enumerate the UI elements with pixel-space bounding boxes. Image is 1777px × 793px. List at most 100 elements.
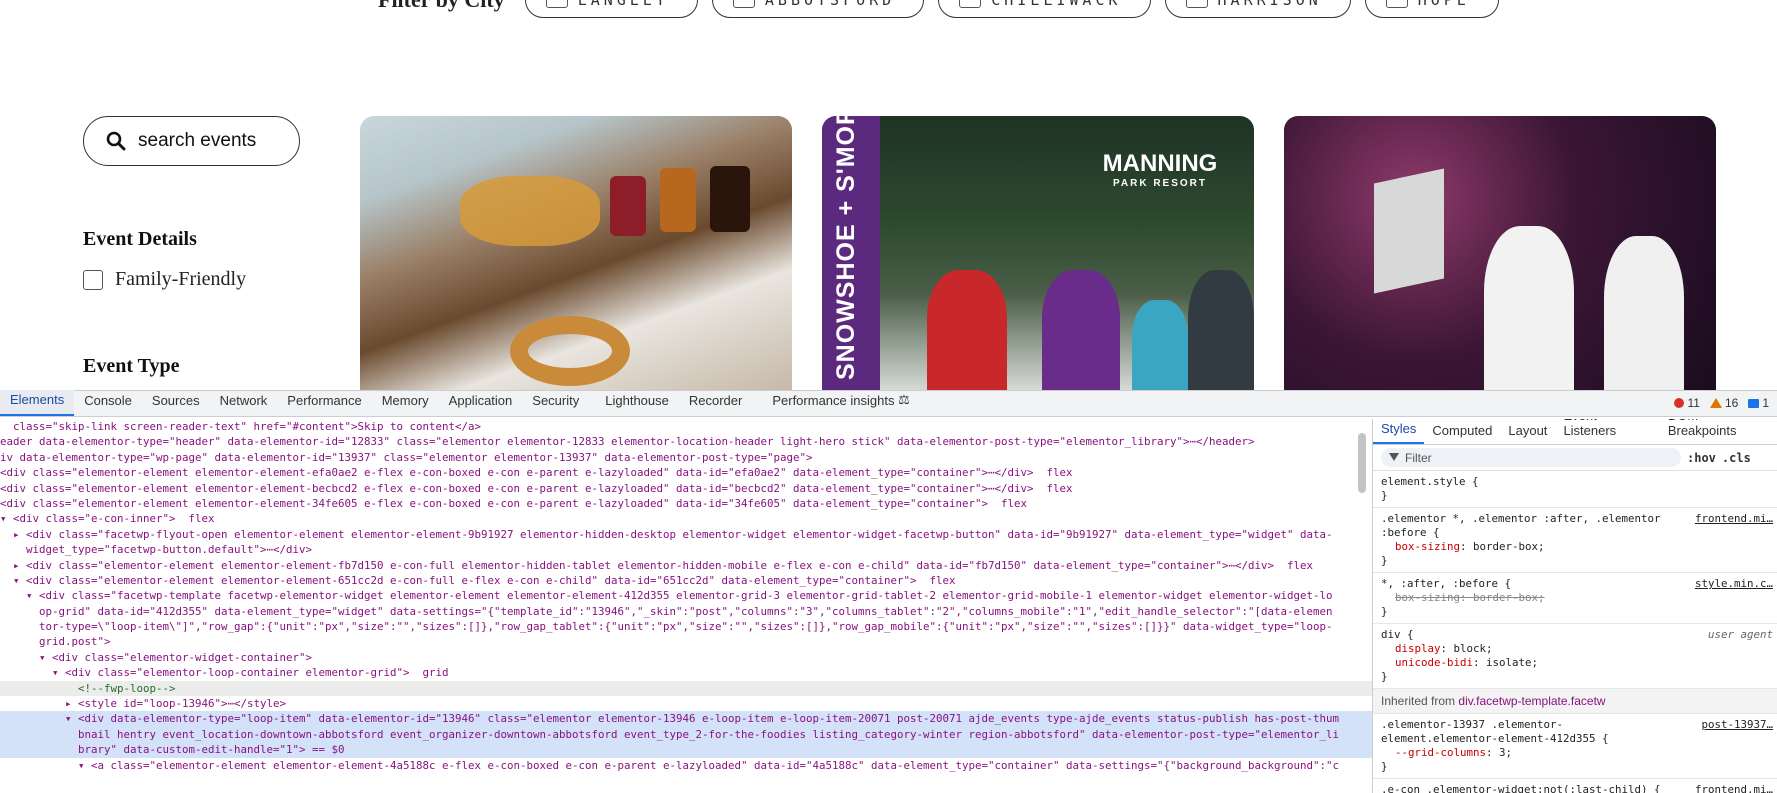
- devtools-panel: Elements Console Sources Network Perform…: [0, 390, 1777, 793]
- hov-toggle[interactable]: :hov: [1687, 451, 1716, 465]
- tab-console[interactable]: Console: [74, 390, 142, 416]
- dom-node-selected[interactable]: brary" data-custom-edit-handle="1"> == $…: [0, 742, 1372, 758]
- food-image-beer: [660, 168, 696, 232]
- dom-node[interactable]: tor-type=\"loop-item\"]","row_gap":{"uni…: [0, 619, 1372, 634]
- food-image-onion-rings: [510, 316, 630, 386]
- tab-memory[interactable]: Memory: [372, 390, 439, 416]
- dom-tree[interactable]: class="skip-link screen-reader-text" hre…: [0, 419, 1372, 793]
- dom-node[interactable]: ▸ <div class="facetwp-flyout-open elemen…: [0, 527, 1372, 542]
- food-image-beer: [710, 166, 750, 232]
- city-icon: [1385, 0, 1408, 8]
- css-property-overridden[interactable]: box-sizing: border-box;: [1381, 591, 1769, 605]
- rule-source-link[interactable]: frontend.mi…: [1695, 512, 1773, 526]
- style-rule[interactable]: post-13937… .elementor-13937 .elementor-…: [1373, 714, 1777, 779]
- event-card-foodies[interactable]: [360, 116, 792, 390]
- city-pill-abbotsford[interactable]: ABBOTSFORD: [711, 0, 925, 18]
- issues-counter[interactable]: 11 16 1: [1674, 396, 1769, 410]
- city-icon: [959, 0, 982, 8]
- city-pill-hope[interactable]: HOPE: [1364, 0, 1499, 18]
- tab-sources[interactable]: Sources: [142, 390, 210, 416]
- tab-application[interactable]: Application: [439, 390, 523, 416]
- hockey-player-image: [1604, 236, 1684, 390]
- dom-node[interactable]: <div class="elementor-element elementor-…: [0, 496, 1372, 511]
- css-property[interactable]: box-sizing: border-box;: [1381, 540, 1769, 554]
- style-rule[interactable]: frontend.mi… .elementor *, .elementor :a…: [1373, 508, 1777, 573]
- dom-node[interactable]: class="skip-link screen-reader-text" hre…: [0, 419, 1372, 434]
- dom-scrollbar[interactable]: [1358, 433, 1366, 493]
- event-type-heading: Event Type: [83, 355, 180, 377]
- css-property[interactable]: unicode-bidi: isolate;: [1381, 656, 1769, 670]
- dom-node[interactable]: ▾ <a class="elementor-element elementor-…: [0, 758, 1372, 773]
- dom-node[interactable]: ▾ <div class="elementor-element elemento…: [0, 573, 1372, 588]
- error-count[interactable]: 11: [1674, 396, 1700, 410]
- cls-toggle[interactable]: .cls: [1722, 451, 1751, 465]
- dom-node[interactable]: ▾ <div class="facetwp-template facetwp-e…: [0, 588, 1372, 603]
- styles-filter-input[interactable]: Filter: [1381, 448, 1681, 467]
- rule-source-link[interactable]: post-13937…: [1701, 718, 1773, 732]
- dom-node-selected[interactable]: bnail hentry event_location-downtown-abb…: [0, 726, 1372, 743]
- search-placeholder: search events: [138, 130, 257, 151]
- style-rule[interactable]: element.style { }: [1373, 471, 1777, 508]
- website-viewport: Filter by City LANGLEY ABBOTSFORD CHILLI…: [0, 0, 1777, 390]
- rule-close: }: [1381, 670, 1388, 683]
- flask-icon: ⚖: [898, 392, 910, 407]
- search-events-input[interactable]: search events: [83, 116, 300, 166]
- dom-node[interactable]: ▾ <div class="elementor-loop-container e…: [0, 665, 1372, 680]
- dom-node[interactable]: <div class="elementor-element elementor-…: [0, 481, 1372, 496]
- rule-selector: .elementor *, .elementor :after, .elemen…: [1381, 512, 1661, 539]
- dom-node[interactable]: ▾ <div class="e-con-inner"> flex: [0, 511, 1372, 526]
- tab-performance-insights[interactable]: Performance insights ⚖: [762, 390, 919, 416]
- warning-count[interactable]: 16: [1709, 396, 1738, 410]
- warning-icon: [1709, 398, 1722, 408]
- flag-image: [1374, 168, 1444, 294]
- tab-recorder[interactable]: Recorder: [679, 390, 752, 416]
- family-friendly-option[interactable]: Family-Friendly: [83, 268, 246, 291]
- tab-elements[interactable]: Elements: [0, 390, 75, 416]
- rule-source-label: user agent: [1707, 628, 1773, 641]
- rule-close: }: [1381, 760, 1388, 773]
- city-pill-langley[interactable]: LANGLEY: [524, 0, 698, 18]
- style-rule[interactable]: frontend.mi… .e-con .elementor-widget:no…: [1373, 779, 1777, 793]
- dom-node[interactable]: widget_type="facetwp-button.default">⋯</…: [0, 542, 1372, 557]
- style-rule[interactable]: style.min.c… *, :after, :before { box-si…: [1373, 573, 1777, 624]
- rule-source-link[interactable]: style.min.c…: [1695, 577, 1773, 591]
- dom-node[interactable]: ▸ <div class="elementor-element elemento…: [0, 558, 1372, 573]
- style-rule[interactable]: user agent div { display: block; unicode…: [1373, 624, 1777, 689]
- tab-event-listeners[interactable]: Event Listeners: [1555, 419, 1659, 444]
- css-property[interactable]: --grid-columns: 3;: [1381, 746, 1769, 760]
- dom-node[interactable]: ▸ <style id="loop-13946">⋯</style>: [0, 696, 1372, 711]
- dom-node[interactable]: iv data-elementor-type="wp-page" data-el…: [0, 450, 1372, 465]
- tab-security[interactable]: Security: [522, 390, 589, 416]
- family-friendly-label: Family-Friendly: [115, 268, 247, 290]
- filter-by-city-label: Filter by City: [378, 0, 505, 13]
- inherited-from-link[interactable]: div.facetwp-template.facetw: [1458, 694, 1605, 708]
- city-icon: [732, 0, 755, 8]
- filter-icon: [1389, 453, 1399, 462]
- dom-node[interactable]: op-grid" data-id="412d355" data-element_…: [0, 604, 1372, 619]
- tab-network[interactable]: Network: [210, 390, 278, 416]
- dom-node-selected[interactable]: ▾ <div data-elementor-type="loop-item" d…: [0, 711, 1372, 727]
- dom-node[interactable]: eader data-elementor-type="header" data-…: [0, 434, 1372, 449]
- dom-node[interactable]: ▾ <div class="elementor-widget-container…: [0, 650, 1372, 665]
- city-filter-row: Filter by City LANGLEY ABBOTSFORD CHILLI…: [378, 0, 1499, 18]
- tab-computed[interactable]: Computed: [1424, 423, 1500, 444]
- dom-node[interactable]: grid.post">: [0, 634, 1372, 649]
- rule-close: }: [1381, 605, 1388, 618]
- rule-close: }: [1381, 554, 1388, 567]
- event-card-hockey[interactable]: [1284, 116, 1716, 390]
- css-property[interactable]: display: block;: [1381, 642, 1769, 656]
- city-pill-harrison[interactable]: HARRISON: [1164, 0, 1351, 18]
- food-image-beer: [610, 176, 646, 236]
- family-friendly-checkbox[interactable]: [83, 269, 103, 290]
- tab-dom-breakpoints[interactable]: DOM Breakpoints: [1660, 419, 1777, 444]
- info-count[interactable]: 1: [1748, 396, 1769, 410]
- tab-styles[interactable]: Styles: [1373, 421, 1425, 444]
- styles-filter-row: Filter :hov .cls: [1373, 445, 1777, 471]
- event-card-snowshoe[interactable]: SNOWSHOE + S'MORES MANNING PARK RESORT: [822, 116, 1254, 390]
- dom-comment-node[interactable]: <!--fwp-loop-->: [0, 680, 1372, 697]
- tab-lighthouse[interactable]: Lighthouse: [595, 390, 679, 416]
- tab-performance[interactable]: Performance: [277, 390, 371, 416]
- tab-layout[interactable]: Layout: [1500, 423, 1555, 444]
- dom-node[interactable]: <div class="elementor-element elementor-…: [0, 465, 1372, 480]
- city-pill-chilliwack[interactable]: CHILLIWACK: [938, 0, 1151, 18]
